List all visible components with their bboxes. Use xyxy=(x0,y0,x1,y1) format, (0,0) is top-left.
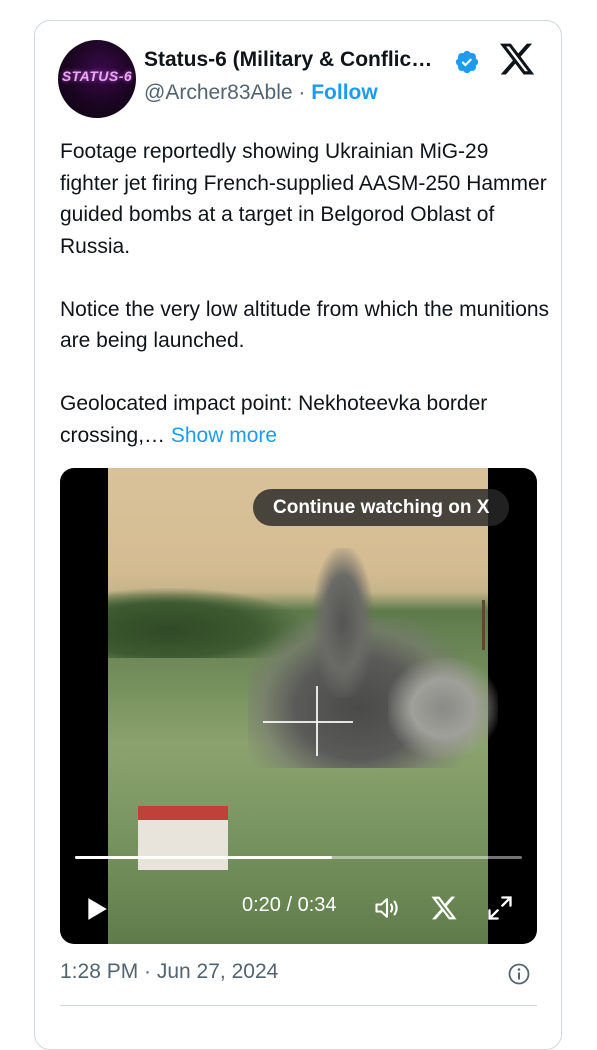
crosshair-horizontal xyxy=(263,721,353,723)
separator: · xyxy=(292,81,312,104)
x-logo-icon[interactable] xyxy=(497,40,537,78)
handle-line: @Archer83Able · Follow xyxy=(144,81,378,105)
x-share-icon[interactable] xyxy=(430,894,458,922)
author-handle[interactable]: @Archer83Able xyxy=(144,81,293,104)
smoke-light xyxy=(388,658,498,758)
author-name[interactable]: Status-6 (Military & Conflic… xyxy=(144,48,446,72)
progress-fill xyxy=(75,856,333,859)
divider xyxy=(60,1005,537,1006)
tweet-text: Footage reportedly showing Ukrainian MiG… xyxy=(60,136,550,451)
expand-icon[interactable] xyxy=(486,894,514,922)
continue-watching-button[interactable]: Continue watching on X xyxy=(253,489,510,526)
show-more-link[interactable]: Show more xyxy=(171,424,277,447)
info-icon[interactable] xyxy=(507,962,531,986)
power-pole xyxy=(482,600,485,650)
crosshair-vertical xyxy=(316,686,318,756)
volume-icon[interactable] xyxy=(372,894,402,922)
tweet-paragraph: Notice the very low altitude from which … xyxy=(60,297,550,353)
tweet-timestamp[interactable]: 1:28 PM · Jun 27, 2024 xyxy=(60,960,278,984)
house xyxy=(138,806,228,870)
play-icon[interactable] xyxy=(84,895,110,923)
tweet-paragraph-last: Geolocated impact point: Nekhoteevka bor… xyxy=(60,388,550,451)
avatar[interactable]: STATUS-6 xyxy=(58,40,136,118)
verified-badge-icon xyxy=(455,50,479,74)
video-frame xyxy=(108,468,498,944)
smoke-column xyxy=(313,548,373,698)
time-display: 0:20 / 0:34 xyxy=(242,894,337,916)
progress-bar[interactable] xyxy=(75,856,522,859)
follow-button[interactable]: Follow xyxy=(311,81,378,104)
avatar-logo-text: STATUS-6 xyxy=(61,68,133,84)
tweet-paragraph: Footage reportedly showing Ukrainian MiG… xyxy=(60,140,547,258)
video-player[interactable]: Continue watching on X 0:20 / 0:34 xyxy=(60,468,537,944)
